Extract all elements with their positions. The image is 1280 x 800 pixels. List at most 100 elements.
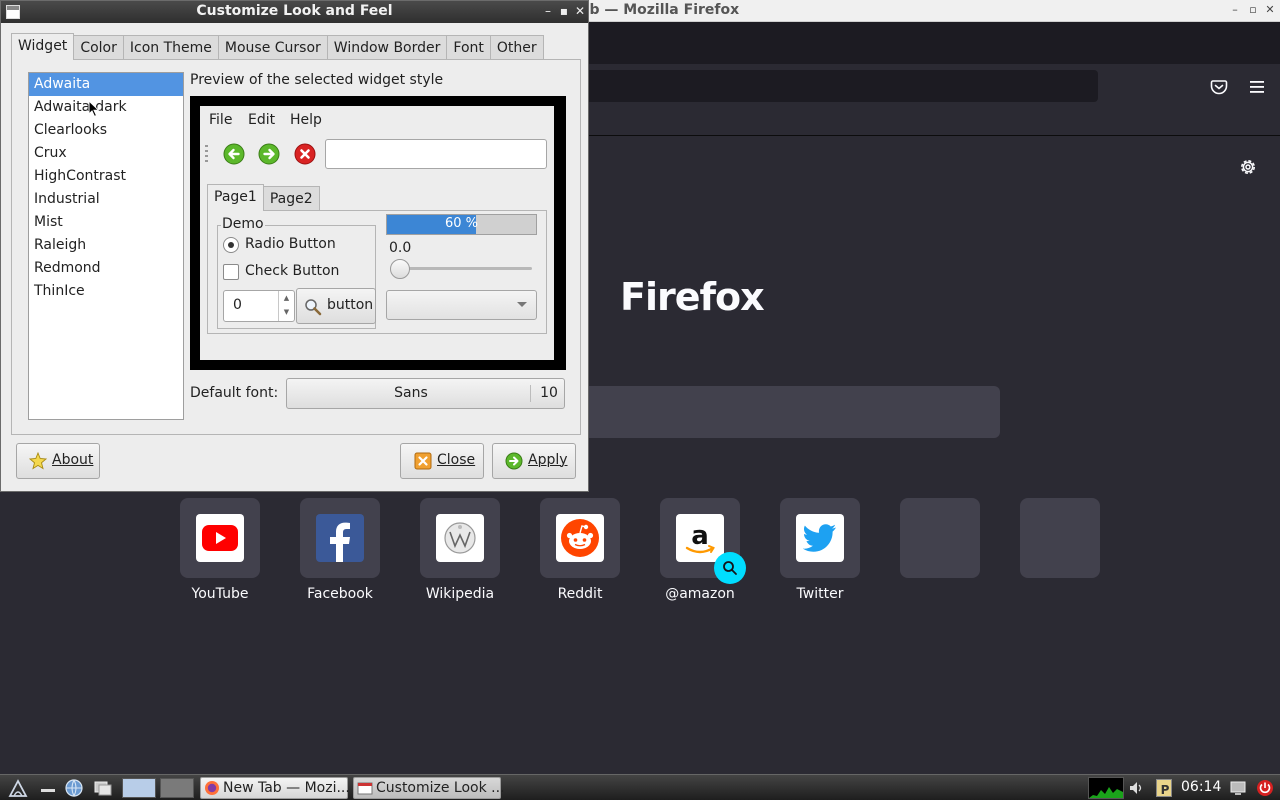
progress-bar-text: 60 %: [444, 216, 479, 231]
theme-item-thinice[interactable]: ThinIce: [29, 280, 183, 303]
spin-button[interactable]: 0 ▲ ▼: [223, 290, 295, 322]
preview-tab-page1[interactable]: Page1: [207, 184, 264, 211]
tab-widget[interactable]: Widget: [11, 33, 75, 60]
stop-icon[interactable]: [294, 143, 316, 165]
preview-combo-box[interactable]: [386, 290, 537, 320]
preview-menu-file[interactable]: File: [209, 112, 232, 128]
start-menu-icon[interactable]: [8, 778, 28, 798]
taskbar-item-customize[interactable]: Customize Look ...: [353, 777, 505, 799]
search-box[interactable]: [560, 386, 1000, 438]
taskbar-item-firefox[interactable]: New Tab — Mozi...: [200, 777, 350, 799]
reddit-icon: [556, 514, 604, 562]
top-site-youtube[interactable]: YouTube: [180, 498, 260, 602]
show-desktop-icon[interactable]: [38, 778, 58, 798]
theme-item-raleigh[interactable]: Raleigh: [29, 234, 183, 257]
tab-icon-theme[interactable]: Icon Theme: [122, 35, 219, 61]
desktop-pager-2[interactable]: [160, 778, 194, 798]
tab-window-border[interactable]: Window Border: [326, 35, 448, 61]
tab-other[interactable]: Other: [489, 35, 544, 61]
radio-button-label[interactable]: Radio Button: [245, 236, 336, 252]
apply-button[interactable]: Apply: [492, 443, 576, 479]
desktop-pager-1[interactable]: [122, 778, 156, 798]
widget-theme-list[interactable]: Adwaita Adwaita-dark Clearlooks Crux Hig…: [28, 72, 184, 420]
preview-button[interactable]: button: [296, 288, 376, 324]
theme-item-clearlooks[interactable]: Clearlooks: [29, 119, 183, 142]
tab-mouse-cursor[interactable]: Mouse Cursor: [217, 35, 328, 61]
check-button-label[interactable]: Check Button: [245, 263, 339, 279]
top-site-facebook[interactable]: Facebook: [300, 498, 380, 602]
theme-item-crux[interactable]: Crux: [29, 142, 183, 165]
tab-font[interactable]: Font: [446, 35, 491, 61]
firefox-icon: [204, 780, 220, 796]
spin-arrows-icon[interactable]: ▲ ▼: [278, 291, 294, 321]
top-site-wikipedia[interactable]: Wikipedia: [420, 498, 500, 602]
gear-icon[interactable]: [1238, 157, 1258, 177]
power-icon[interactable]: [1256, 779, 1273, 797]
minimize-icon[interactable]: –: [542, 4, 554, 18]
theme-item-mist[interactable]: Mist: [29, 211, 183, 234]
close-icon[interactable]: ✕: [1263, 3, 1277, 17]
top-site-label: Reddit: [557, 586, 603, 602]
customize-look-and-feel-dialog: Customize Look and Feel – ▪ ✕ Widget Col…: [0, 0, 589, 492]
close-button[interactable]: Close: [400, 443, 484, 479]
wikipedia-icon: [436, 514, 484, 562]
maximize-icon[interactable]: ▪: [558, 4, 570, 18]
minimize-icon[interactable]: –: [1228, 3, 1242, 17]
forward-icon[interactable]: [258, 143, 280, 165]
top-site-tile[interactable]: [180, 498, 260, 578]
top-site-twitter[interactable]: Twitter: [780, 498, 860, 602]
clock[interactable]: 06:14: [1181, 779, 1221, 795]
demo-frame-label: Demo: [221, 216, 265, 232]
file-manager-icon[interactable]: [93, 778, 113, 798]
pocket-icon[interactable]: [1210, 78, 1228, 96]
close-icon: [414, 452, 432, 470]
theme-item-adwaita-dark[interactable]: Adwaita-dark: [29, 96, 183, 119]
slider-handle[interactable]: [390, 259, 410, 279]
volume-icon[interactable]: [1128, 779, 1144, 797]
maximize-icon[interactable]: ▫: [1246, 3, 1260, 17]
top-site-tile[interactable]: [540, 498, 620, 578]
theme-item-redmond[interactable]: Redmond: [29, 257, 183, 280]
facebook-icon: [316, 514, 364, 562]
theme-item-highcontrast[interactable]: HighContrast: [29, 165, 183, 188]
top-site-empty[interactable]: [1020, 498, 1100, 578]
tab-color[interactable]: Color: [73, 35, 124, 61]
preview-menu-help[interactable]: Help: [290, 112, 322, 128]
radio-button[interactable]: [223, 237, 239, 253]
back-icon[interactable]: [223, 143, 245, 165]
top-site-label: YouTube: [191, 586, 249, 602]
top-site-tile[interactable]: [300, 498, 380, 578]
preview-menu-edit[interactable]: Edit: [248, 112, 275, 128]
close-icon[interactable]: ✕: [574, 4, 586, 18]
top-site-amazon[interactable]: a @amazon: [660, 498, 746, 602]
font-size: 10: [540, 385, 558, 401]
preview-label: Preview of the selected widget style: [190, 72, 444, 88]
search-shortcut-badge: [714, 552, 746, 584]
theme-item-industrial[interactable]: Industrial: [29, 188, 183, 211]
slider-track[interactable]: [392, 267, 532, 270]
top-site-tile[interactable]: [780, 498, 860, 578]
progress-bar: 60 %: [386, 214, 537, 235]
url-bar[interactable]: [560, 70, 1098, 102]
preview-tab-page2[interactable]: Page2: [262, 186, 320, 211]
hamburger-menu-icon[interactable]: [1248, 78, 1266, 96]
preview-text-entry[interactable]: [325, 139, 547, 169]
taskbar-item-label: Customize Look ...: [376, 780, 505, 796]
top-site-tile[interactable]: [420, 498, 500, 578]
top-site-tile[interactable]: a: [660, 498, 746, 584]
top-site-reddit[interactable]: Reddit: [540, 498, 620, 602]
mouse-cursor-icon: [88, 99, 100, 118]
clipboard-icon[interactable]: P: [1156, 779, 1172, 797]
toolbar-grip[interactable]: [205, 145, 208, 163]
svg-text:P: P: [1161, 783, 1170, 797]
magnifier-icon: [304, 298, 322, 316]
theme-item-adwaita[interactable]: Adwaita: [29, 73, 183, 96]
browser-launcher-icon[interactable]: [64, 778, 84, 798]
top-site-empty[interactable]: [900, 498, 980, 578]
lock-screen-icon[interactable]: [1230, 779, 1246, 797]
about-button[interactable]: About: [16, 443, 100, 479]
firefox-window-title: ab — Mozilla Firefox: [580, 2, 740, 18]
default-font-button[interactable]: Sans 10: [286, 378, 565, 409]
dialog-titlebar[interactable]: Customize Look and Feel – ▪ ✕: [1, 1, 588, 23]
check-button[interactable]: [223, 264, 239, 280]
